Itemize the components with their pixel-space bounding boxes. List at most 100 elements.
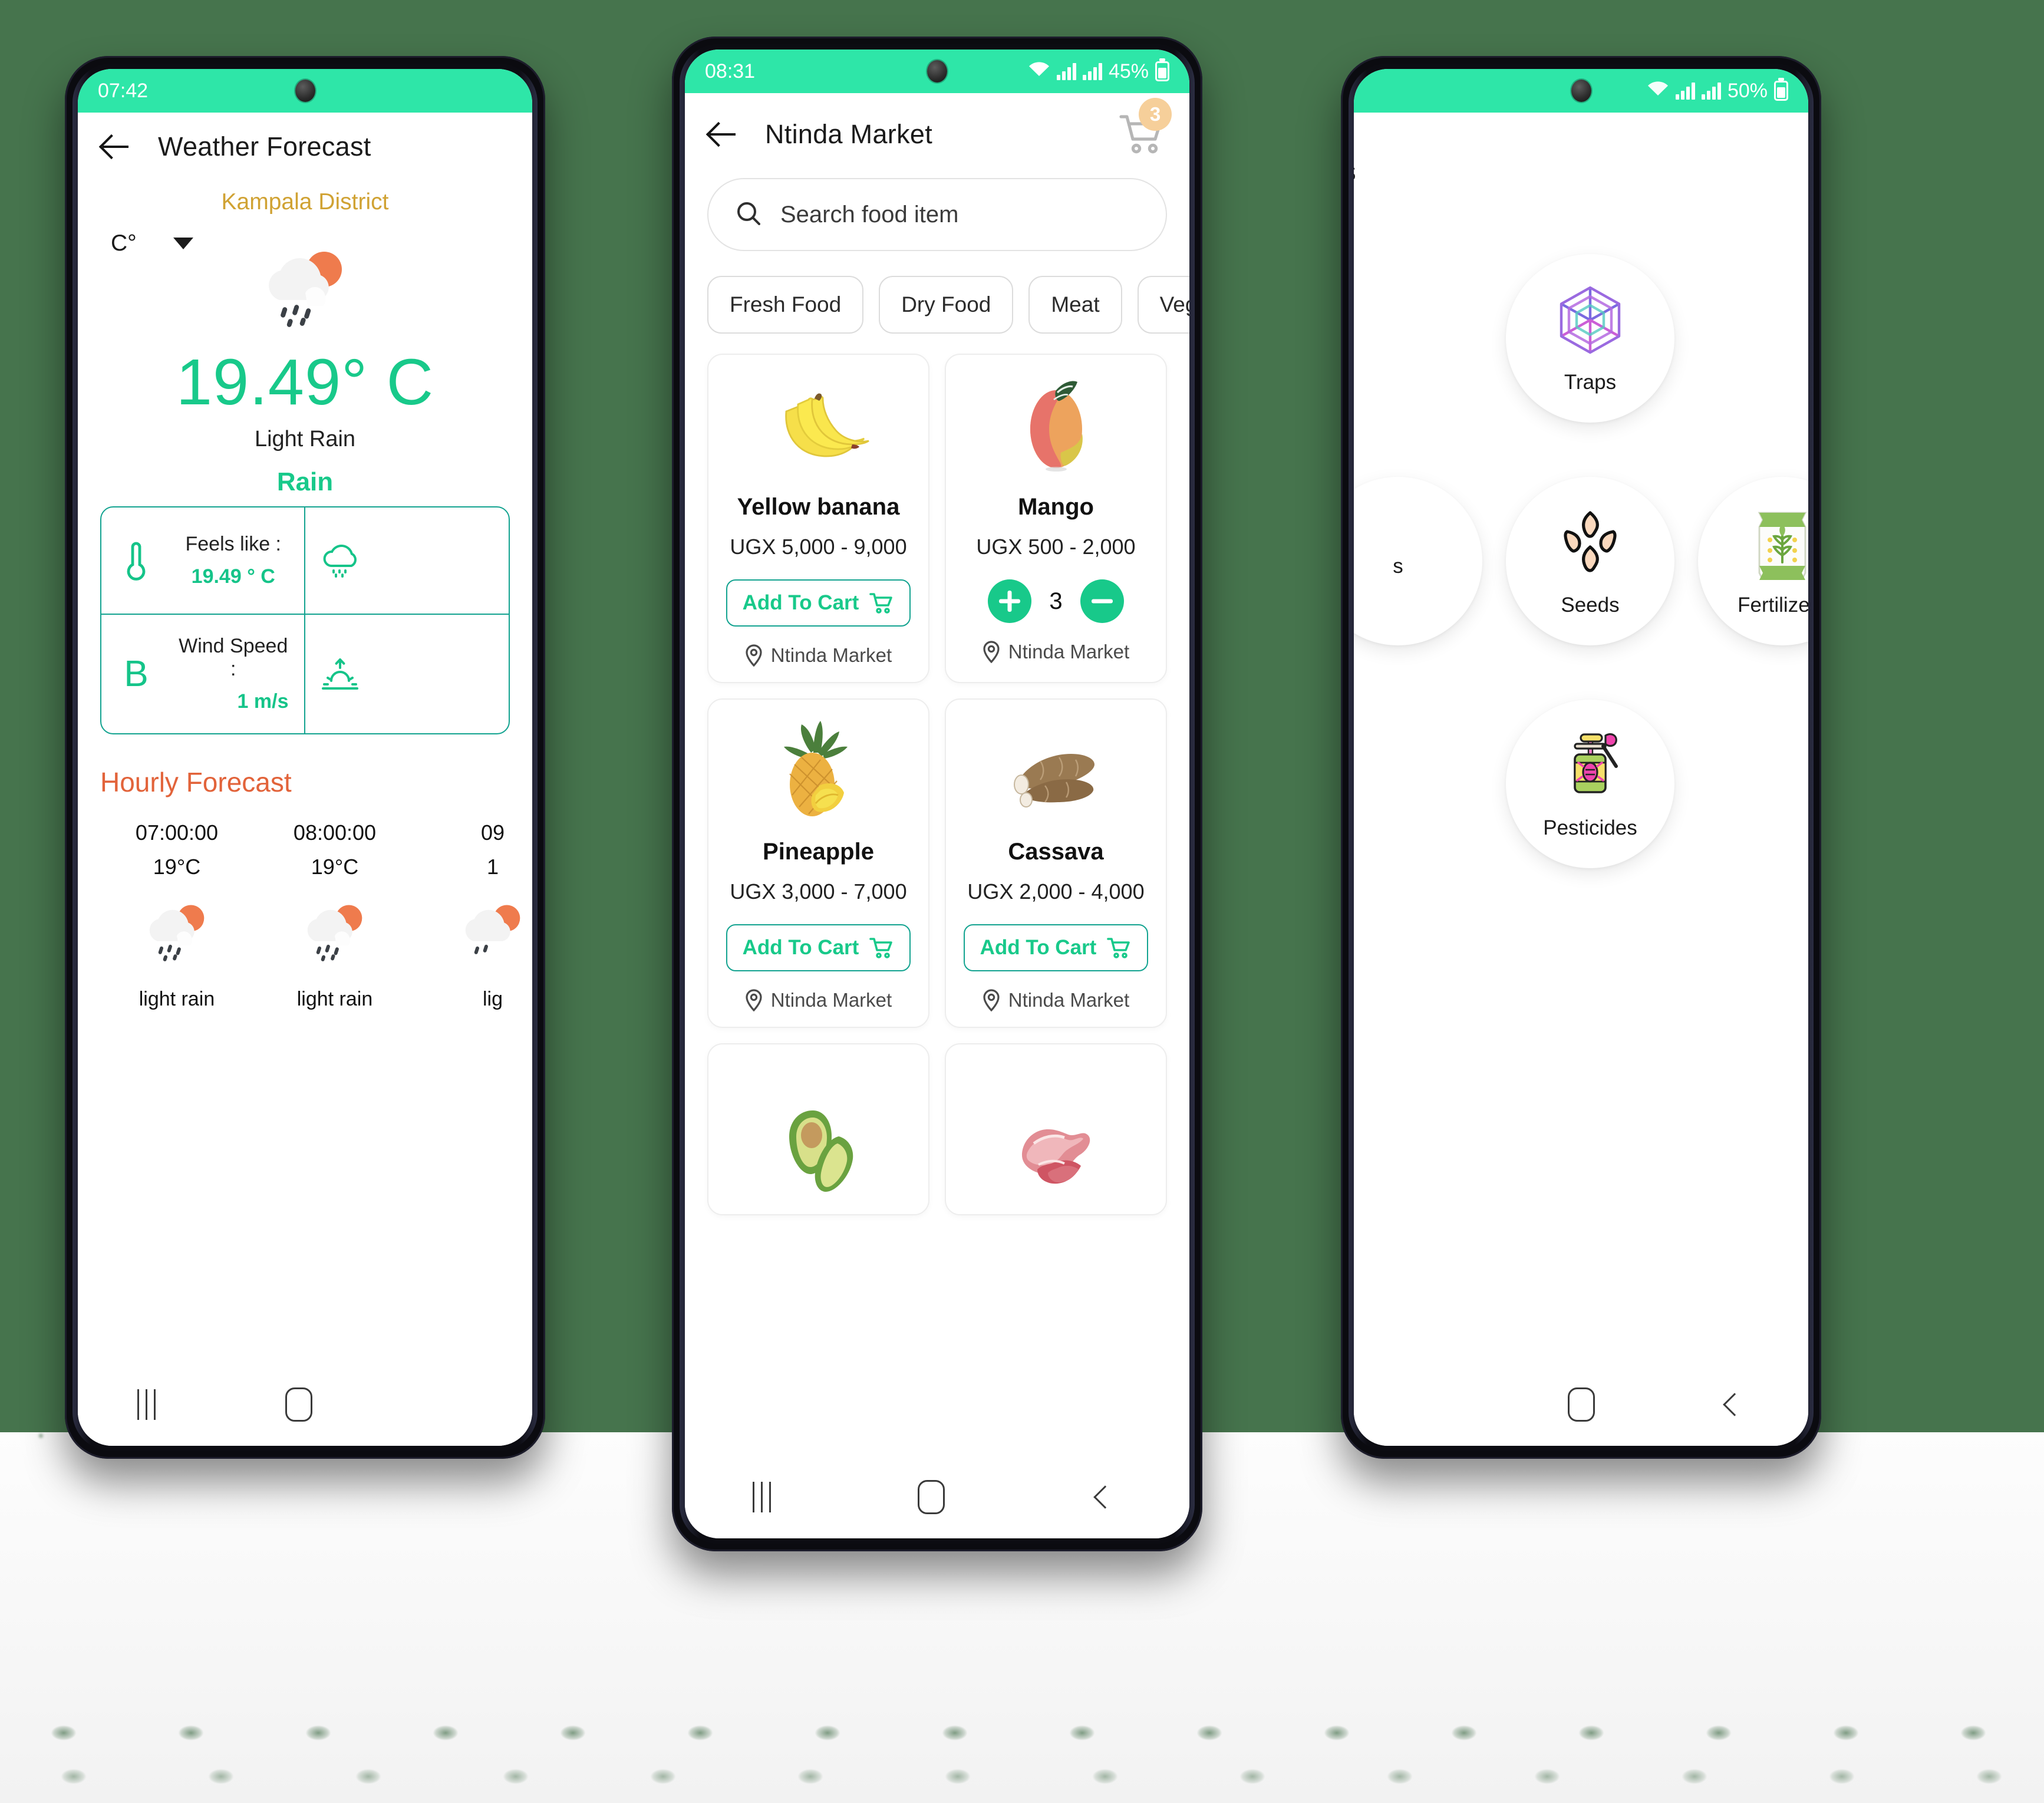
quantity-value: 3 [1049,588,1063,614]
location-pin-icon [983,641,1000,663]
back-arrow-icon[interactable] [706,118,739,151]
recents-icon[interactable] [753,1482,771,1512]
district-label: Kampala District [221,189,389,215]
unit-label: C° [111,230,137,256]
market-name: Ntinda Market [770,644,892,666]
category-chip-meat[interactable]: Meat [1028,276,1122,334]
product-price: UGX 5,000 - 9,000 [730,535,907,559]
search-icon [734,199,763,230]
category-chip-dry-food[interactable]: Dry Food [879,276,1014,334]
add-to-cart-button[interactable]: Add To Cart [963,924,1149,971]
fertilizer-bag-icon [1748,506,1808,588]
product-name: Pineapple [763,839,874,865]
current-temperature: 19.49° C [176,346,434,418]
market-name: Ntinda Market [1008,989,1130,1011]
agro-category-traps[interactable]: Traps [1506,254,1674,423]
back-arrow-icon[interactable] [99,130,132,163]
product-card[interactable] [707,1043,929,1215]
category-chip-vegetables[interactable]: Vegetables [1137,276,1189,334]
location-pin-icon [983,989,1000,1011]
wifi-icon [1647,80,1669,103]
category-chip-row[interactable]: Fresh Food Dry Food Meat Vegetables Fru [685,251,1189,334]
search-input[interactable]: Search food item [707,178,1167,251]
phone-center-market: 08:31 45% Ntinda Market 3 Search food it… [672,37,1202,1551]
camera-punch-hole [295,80,315,102]
app-bar: Weather Forecast [78,113,532,174]
detail-wind-speed: B Wind Speed : 1 m/s [101,615,305,733]
agro-category-label: Pesticides [1543,816,1637,839]
product-card[interactable]: Cassava UGX 2,000 - 4,000 Add To Cart Nt… [945,698,1167,1028]
app-bar: Ntinda Market 3 [685,93,1189,169]
decrement-button[interactable] [1080,579,1124,623]
agro-category-label: s [1393,555,1403,578]
product-card[interactable]: Pineapple UGX 3,000 - 7,000 Add To Cart … [707,698,929,1028]
battery-charging-icon [1155,61,1169,81]
home-icon[interactable] [1567,1387,1595,1422]
hour-desc: light rain [139,988,215,1010]
sunrise-icon [316,657,364,691]
hour-desc: lig [482,988,503,1010]
back-icon[interactable] [1093,1485,1117,1509]
product-name: Yellow banana [737,494,900,520]
add-to-cart-label: Add To Cart [980,936,1097,959]
hourly-forecast-list[interactable]: 07:00:00 19°C light rain 08:00:00 19°C l… [78,798,532,1011]
agro-category-label: Fertilizers [1738,593,1808,617]
quantity-stepper[interactable]: 3 [988,579,1124,623]
camera-punch-hole [927,60,947,83]
recents-icon[interactable] [137,1389,156,1420]
hour-temp: 19°C [311,855,359,879]
add-to-cart-button[interactable]: Add To Cart [726,924,911,971]
detail-label: Feels like : [185,533,282,555]
page-title: Ntinda Market [765,119,933,149]
back-icon[interactable] [1722,1393,1746,1416]
wifi-icon [1028,60,1050,83]
market-name: Ntinda Market [1008,641,1130,662]
location-pin-icon [746,644,762,667]
cart-button[interactable]: 3 [1117,98,1172,158]
cassava-image [1000,716,1112,821]
hour-temp: 19°C [153,855,201,879]
phone-screen: 50% o inputs s [1354,69,1808,1446]
signal-icon [1675,82,1695,100]
home-icon[interactable] [918,1480,945,1514]
banana-image [763,371,875,476]
camera-punch-hole [1571,80,1591,102]
add-to-cart-label: Add To Cart [742,936,859,959]
location-pin-icon [746,989,762,1011]
phone-bezel: 08:31 45% Ntinda Market 3 Search food it… [680,44,1195,1544]
agro-category-seeds[interactable]: Seeds [1506,477,1674,645]
home-icon[interactable] [285,1387,313,1422]
status-time: 08:31 [705,60,756,83]
hour-time: 08:00:00 [293,820,377,845]
battery-charging-icon [1774,81,1788,101]
agro-category-label: Seeds [1561,593,1620,617]
cart-icon [869,593,893,614]
product-card[interactable] [945,1043,1167,1215]
condition-description: Light Rain [254,427,356,451]
chevron-down-icon[interactable] [173,238,193,249]
cart-icon [869,938,893,958]
app-bar: o inputs [1354,113,1808,197]
agro-category-label: Traps [1564,370,1617,394]
product-card[interactable]: Mango UGX 500 - 2,000 3 Ntinda Market [945,354,1167,683]
weather-details-grid: Feels like : 19.49 ° C B Wind Speed : 1 … [100,506,510,734]
agro-category-fertilizers[interactable]: Fertilizers [1698,477,1808,645]
add-to-cart-button[interactable]: Add To Cart [726,579,911,627]
agro-category-pesticides[interactable]: Pesticides [1506,700,1674,868]
hour-temp: 1 [486,855,499,879]
agro-category-hidden[interactable]: s [1354,477,1482,645]
status-time: 07:42 [98,79,149,102]
status-bar: 07:42 [78,69,532,113]
category-chip-fresh-food[interactable]: Fresh Food [707,276,864,334]
product-price: UGX 2,000 - 4,000 [967,879,1145,904]
increment-button[interactable] [988,579,1032,623]
product-grid: Yellow banana UGX 5,000 - 9,000 Add To C… [685,334,1189,1215]
signal-icon [1082,62,1102,80]
product-card[interactable]: Yellow banana UGX 5,000 - 9,000 Add To C… [707,354,929,683]
detail-label: Wind Speed : [179,635,288,680]
rain-sun-icon [98,901,256,967]
hourly-item: 09 1 lig [414,820,532,1011]
product-name: Cassava [1008,839,1104,865]
product-market: Ntinda Market [745,989,892,1011]
signal-icon [1701,82,1721,100]
